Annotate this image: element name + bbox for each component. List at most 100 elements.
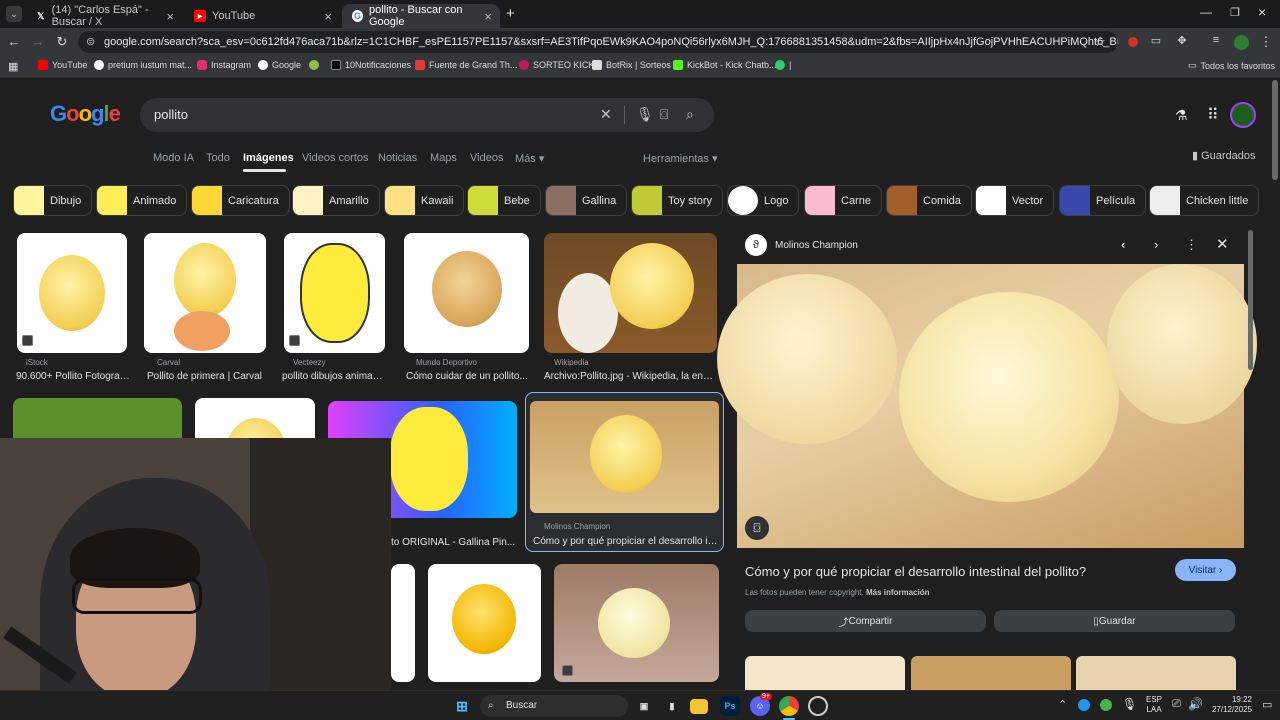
result-caption[interactable]: to ORIGINAL - Gallina Pin... <box>391 537 519 548</box>
share-button[interactable]: ⤴ Compartir <box>745 610 986 632</box>
result-caption[interactable]: Archivo:Pollito.jpg - Wikipedia, la enci… <box>544 371 716 382</box>
tab-imagenes[interactable]: Imágenes <box>243 152 294 164</box>
more-options-icon[interactable]: ⋮ <box>1185 237 1198 253</box>
tab-mas[interactable]: Más ▾ <box>515 152 544 165</box>
result-image-vecteezy[interactable] <box>284 233 385 353</box>
bookmark-fuente[interactable]: Fuente de Grand Th... <box>415 60 517 70</box>
taskbar-search[interactable]: ⌕ Buscar <box>480 695 628 717</box>
extension-icon[interactable] <box>1128 37 1138 47</box>
back-icon[interactable]: ← <box>6 34 22 49</box>
notifications-icon[interactable]: ▭ <box>1262 698 1272 711</box>
bookmark-google[interactable]: Google <box>258 60 301 70</box>
result-image-wikipedia[interactable] <box>544 233 717 353</box>
menu-icon[interactable]: ⋮ <box>1258 34 1274 50</box>
result-image-istock[interactable] <box>17 233 127 353</box>
chip-toy-story[interactable]: Toy story <box>631 185 724 216</box>
google-logo[interactable]: Google <box>50 101 121 127</box>
chip-dibujo[interactable]: Dibujo <box>13 185 93 216</box>
previous-icon[interactable]: ‹ <box>1121 237 1125 252</box>
minimize-icon[interactable]: — <box>1200 5 1212 19</box>
lens-icon[interactable]: ⌼ <box>660 106 668 123</box>
bookmark-kickbot[interactable]: KickBot - Kick Chatb... <box>673 60 777 70</box>
app-icon[interactable]: ▮ <box>662 696 682 716</box>
chip-logo[interactable]: Logo <box>727 185 800 216</box>
panel-source[interactable]: Molinos Champion <box>775 240 858 251</box>
tab-google[interactable]: G pollito - Buscar con Google × <box>342 4 500 28</box>
photoshop-icon[interactable]: Ps <box>720 696 740 716</box>
chip-carne[interactable]: Carne <box>804 185 882 216</box>
search-icon[interactable]: ⌕ <box>686 106 694 123</box>
windows-start-icon[interactable]: ⊞ <box>452 696 472 716</box>
volume-icon[interactable]: 🔊 <box>1188 697 1203 711</box>
chip-pelicula[interactable]: Película <box>1059 185 1147 216</box>
network-icon[interactable]: ⎚ <box>1172 698 1181 711</box>
extensions-puzzle-icon[interactable]: ✥ <box>1174 34 1190 47</box>
result-caption[interactable]: 90.600+ Pollito Fotograf... <box>16 371 130 382</box>
bookmark-pretium[interactable]: pretium iustum mat... <box>94 60 192 70</box>
related-image[interactable] <box>1076 656 1236 690</box>
bookmark-sorteo-kick[interactable]: SORTEO KICK <box>519 60 594 70</box>
account-avatar[interactable] <box>1230 102 1256 128</box>
url-field[interactable]: ⊜ google.com/search?sca_esv=0c612fd476ac… <box>78 31 1118 53</box>
result-image-chick-4[interactable] <box>428 564 541 682</box>
tab-search-icon[interactable]: ⌄ <box>6 6 22 22</box>
chip-bebe[interactable]: Bebe <box>467 185 541 216</box>
close-icon[interactable]: × <box>166 9 174 24</box>
chip-caricatura[interactable]: Caricatura <box>191 185 290 216</box>
close-window-icon[interactable]: × <box>1258 4 1266 20</box>
tray-chevron-icon[interactable]: ⌃ <box>1058 698 1067 711</box>
clear-icon[interactable]: ✕ <box>600 106 612 123</box>
tab-maps[interactable]: Maps <box>430 152 457 164</box>
profile-avatar[interactable] <box>1234 35 1249 50</box>
maximize-icon[interactable]: ❐ <box>1230 6 1240 19</box>
task-view-icon[interactable]: ▣ <box>634 696 654 716</box>
result-image-molinos-selected[interactable]: Molinos Champion Cómo y por qué propicia… <box>525 392 724 552</box>
bookmark-whatsapp[interactable]: | <box>775 60 791 70</box>
visit-button[interactable]: Visitar › <box>1175 559 1236 581</box>
chip-kawaii[interactable]: Kawaii <box>384 185 465 216</box>
tab-videos-cortos[interactable]: Videos cortos <box>302 152 368 164</box>
result-image-chick-3[interactable] <box>391 564 415 682</box>
page-scrollbar[interactable] <box>1272 80 1278 180</box>
tab-x[interactable]: 𝕏 (14) "Carlos Espá" - Buscar / X × <box>26 4 182 28</box>
reading-list-icon[interactable]: ≡ <box>1208 34 1224 46</box>
related-image[interactable] <box>911 656 1071 690</box>
tab-todo[interactable]: Todo <box>206 152 230 164</box>
tools-button[interactable]: Herramientas ▾ <box>643 152 718 165</box>
chip-comida[interactable]: Comida <box>886 185 972 216</box>
forward-icon[interactable]: → <box>30 34 46 49</box>
all-favorites[interactable]: ▭ Todos los favoritos <box>1188 60 1275 71</box>
chip-amarillo[interactable]: Amarillo <box>292 185 380 216</box>
star-icon[interactable]: ☆ <box>1092 34 1108 50</box>
result-image-chick-5[interactable] <box>554 564 719 682</box>
result-caption[interactable]: pollito dibujos animad... <box>282 371 386 382</box>
result-image-mundo-deportivo[interactable] <box>404 233 529 353</box>
result-caption[interactable]: Cómo cuidar de un pollito... <box>406 371 530 382</box>
next-icon[interactable]: › <box>1154 237 1158 252</box>
language-indicator[interactable]: ESP LAA <box>1146 695 1162 715</box>
chip-chicken-little[interactable]: Chicken little <box>1149 185 1260 216</box>
result-image-carval[interactable] <box>144 233 266 353</box>
chip-vector[interactable]: Vector <box>975 185 1055 216</box>
reload-icon[interactable]: ↻ <box>54 34 70 50</box>
tab-modo-ia[interactable]: Modo IA <box>153 152 194 164</box>
tab-noticias[interactable]: Noticias <box>378 152 417 164</box>
close-icon[interactable]: × <box>484 9 492 24</box>
save-button[interactable]: ▯ Guardar <box>994 610 1235 632</box>
preview-image[interactable]: ⌼ <box>717 264 1257 548</box>
saved-button[interactable]: ▮ Guardados <box>1192 149 1256 162</box>
tray-icon[interactable] <box>1100 699 1112 711</box>
tab-youtube[interactable]: ▶ YouTube × <box>184 4 340 28</box>
bookmark-instagram[interactable]: Instagram <box>197 60 251 70</box>
panel-scrollbar[interactable] <box>1248 230 1253 370</box>
lens-search-icon[interactable]: ⌼ <box>745 516 769 540</box>
app-icon[interactable] <box>808 696 828 716</box>
new-tab-button[interactable]: + <box>506 5 515 22</box>
result-caption[interactable]: Pollito de primera | Carval <box>147 371 267 382</box>
chrome-icon[interactable] <box>779 696 799 716</box>
bookmark-botrix[interactable]: BotRix | Sorteos <box>592 60 671 70</box>
panel-title[interactable]: Cómo y por qué propiciar el desarrollo i… <box>745 564 1086 579</box>
tab-videos[interactable]: Videos <box>470 152 503 164</box>
bookmark-notificaciones[interactable]: 10Notificaciones <box>331 60 411 70</box>
microphone-icon[interactable]: 🎙 <box>1122 697 1137 711</box>
